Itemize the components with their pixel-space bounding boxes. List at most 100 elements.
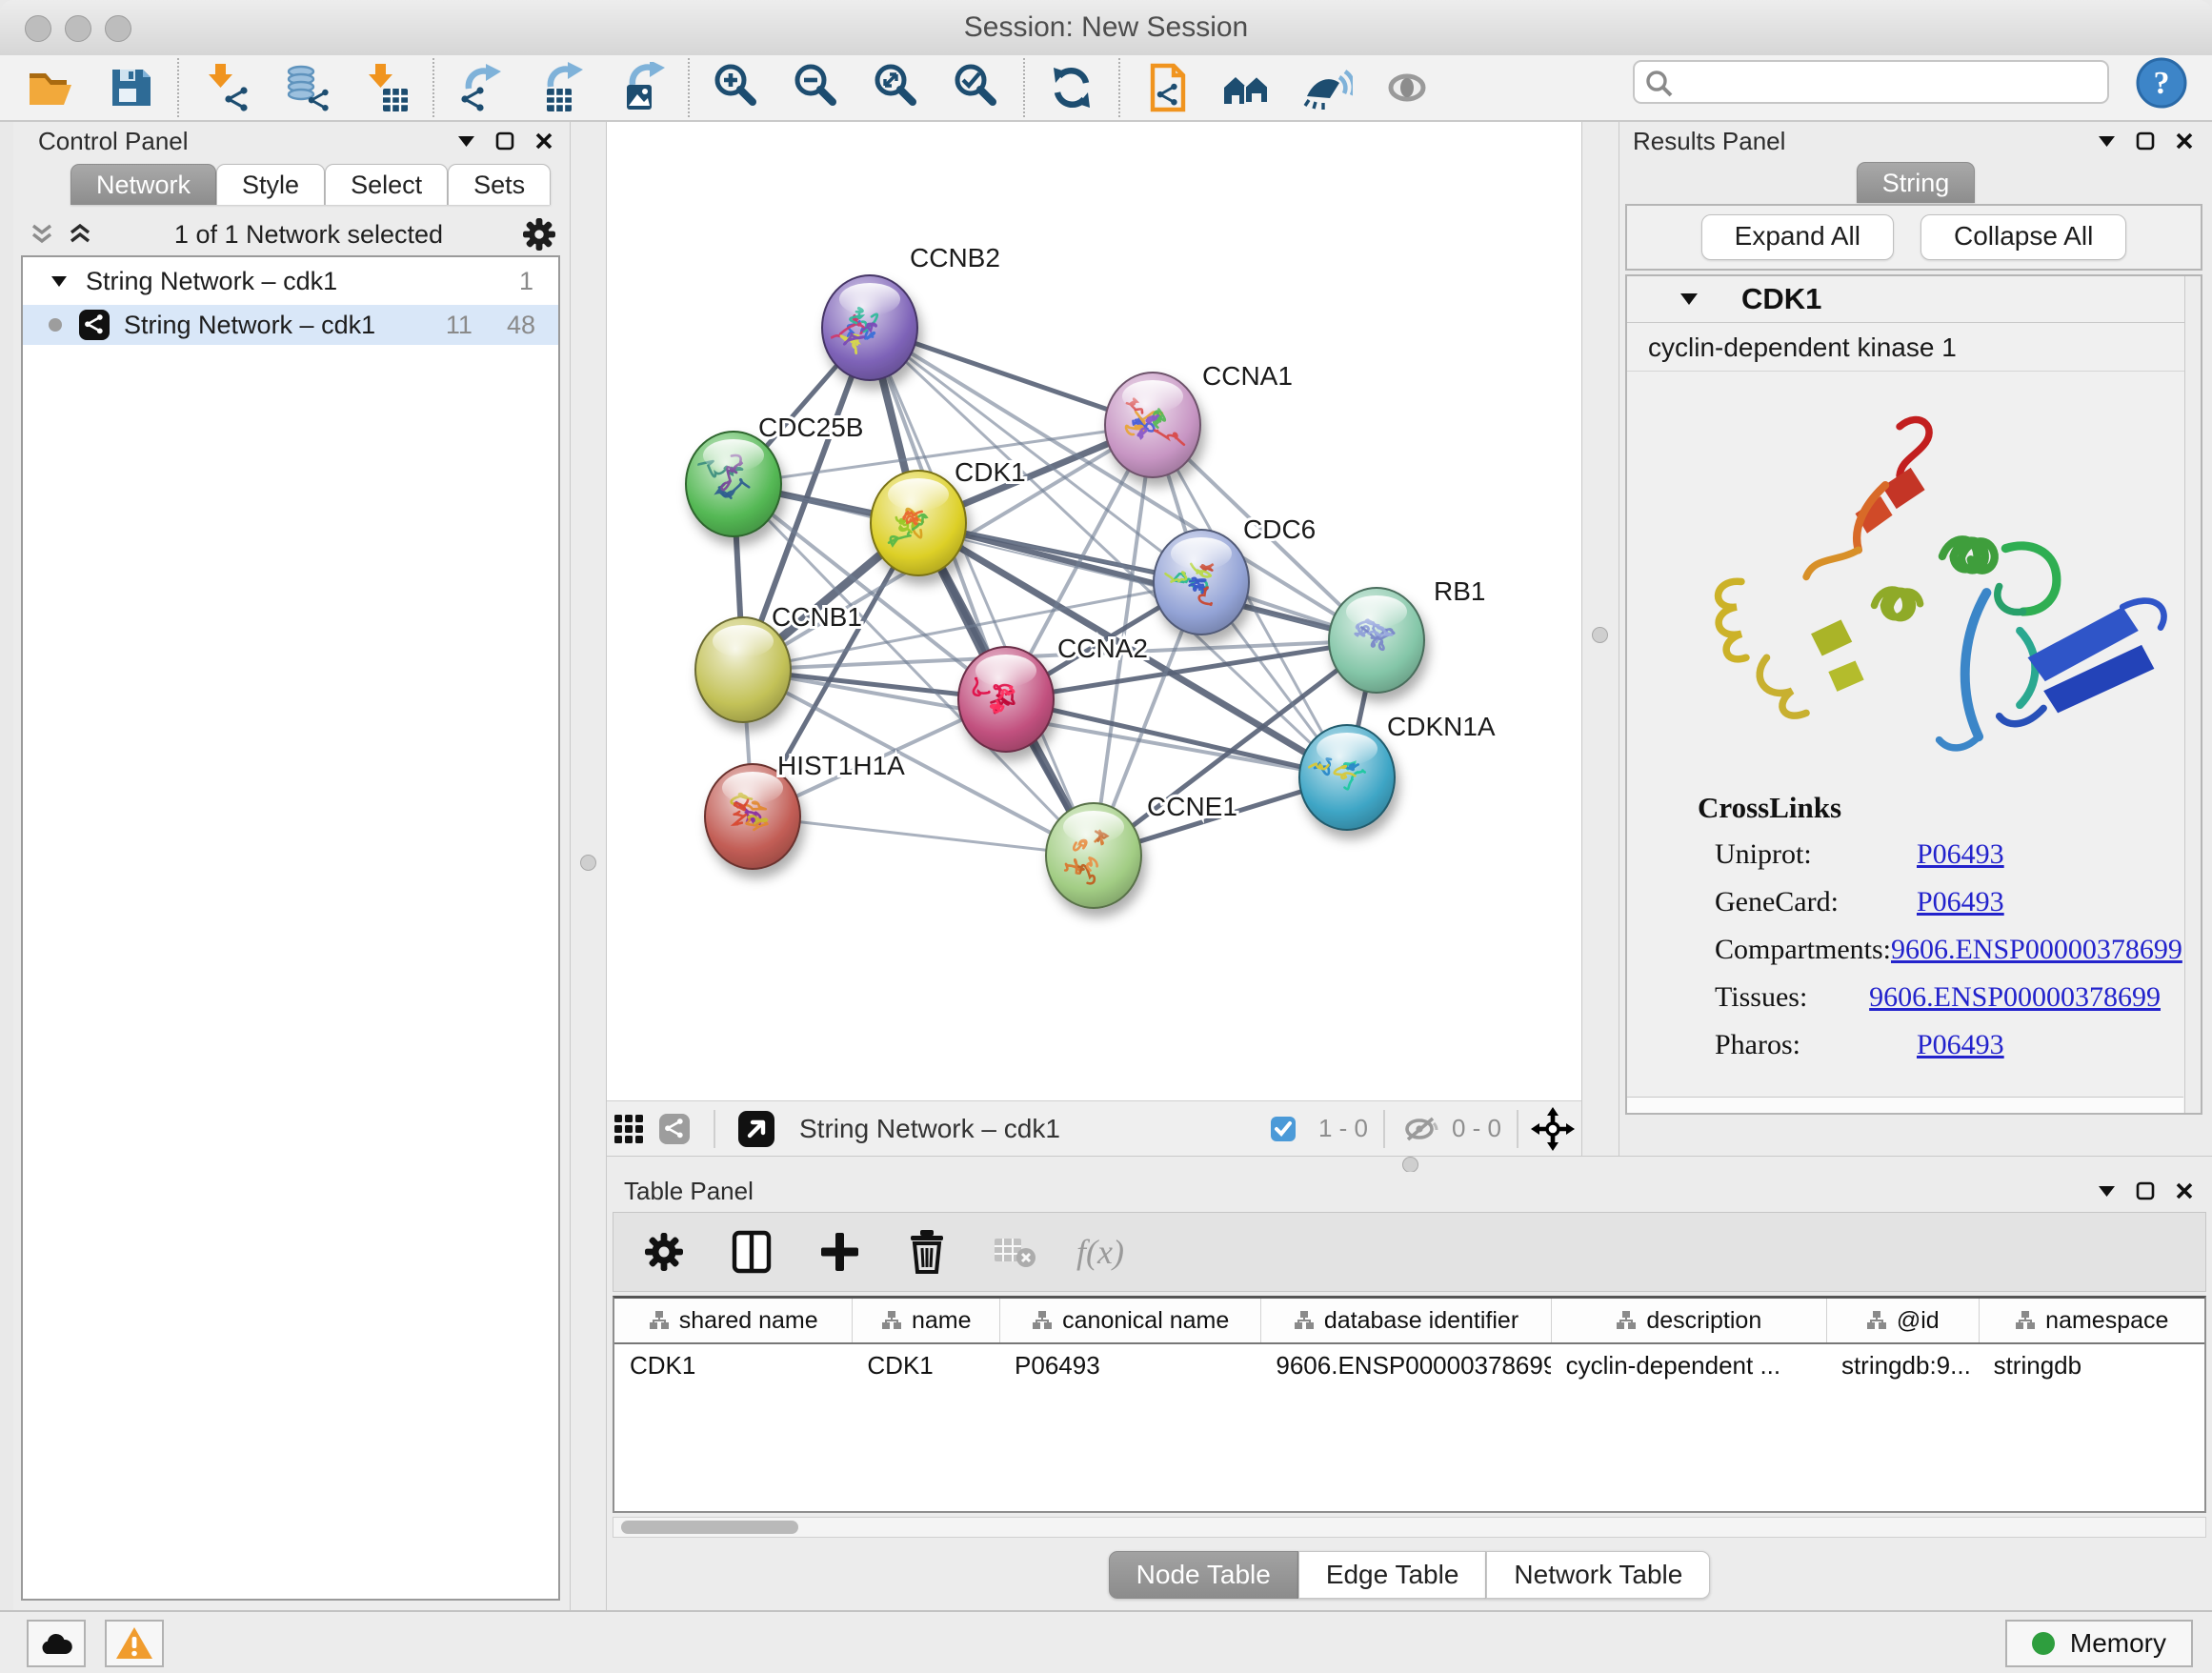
network-node-CDC6[interactable]: [1154, 530, 1249, 635]
collapse-all-tree-icon[interactable]: [61, 215, 99, 253]
left-divider-grip[interactable]: [580, 855, 596, 871]
refresh-layout-icon[interactable]: [1046, 62, 1097, 113]
panel-menu-icon[interactable]: [2099, 1186, 2115, 1197]
column-header-shared-name[interactable]: shared name: [614, 1299, 852, 1342]
crosslink-row: Pharos:P06493: [1715, 1029, 2161, 1061]
column-header-description[interactable]: description: [1551, 1299, 1826, 1342]
memory-button[interactable]: Memory: [2005, 1620, 2193, 1667]
export-table-icon[interactable]: [535, 62, 587, 113]
column-header--id[interactable]: @id: [1826, 1299, 1979, 1342]
network-canvas[interactable]: CCNB2CCNA1CDC25BCDK1CDC6RB1CCNB1CCNA2CDK…: [607, 122, 1581, 1100]
column-header-canonical-name[interactable]: canonical name: [999, 1299, 1260, 1342]
network-node-CDC25B[interactable]: [686, 432, 781, 536]
import-table-icon[interactable]: [360, 62, 412, 113]
warning-button[interactable]: [105, 1620, 164, 1667]
network-node-CCNE1[interactable]: [1046, 803, 1141, 908]
column-header-name[interactable]: name: [852, 1299, 999, 1342]
grid-view-icon[interactable]: [607, 1103, 651, 1155]
houses-icon[interactable]: [1221, 62, 1273, 113]
add-column-icon[interactable]: [814, 1226, 865, 1278]
crosslink-link[interactable]: 9606.ENSP00000378699: [1891, 934, 2182, 966]
network-node-CCNA2[interactable]: [958, 647, 1054, 752]
string-network-gray-badge-icon[interactable]: [651, 1103, 698, 1155]
cloud-button[interactable]: [27, 1620, 86, 1667]
tab-network-table[interactable]: Network Table: [1486, 1551, 1710, 1599]
export-network-icon[interactable]: [455, 62, 507, 113]
crosslink-link[interactable]: P06493: [1917, 838, 2004, 871]
results-horizontal-scrollbar[interactable]: [1627, 1097, 2183, 1113]
network-edge[interactable]: [753, 816, 1094, 856]
import-network-icon[interactable]: [200, 62, 251, 113]
right-divider-grip[interactable]: [1592, 627, 1608, 643]
panel-float-icon[interactable]: [2136, 1181, 2155, 1200]
entry-collapse-icon[interactable]: [1680, 293, 1698, 305]
network-tree-row[interactable]: String Network – cdk1 11 48: [23, 305, 558, 345]
tab-string[interactable]: String: [1857, 162, 1976, 203]
collapse-all-button[interactable]: Collapse All: [1920, 214, 2126, 260]
panel-close-icon[interactable]: [2176, 1182, 2193, 1199]
help-button[interactable]: ?: [2136, 57, 2187, 109]
network-node-CDK1[interactable]: [871, 471, 966, 575]
tab-select[interactable]: Select: [325, 164, 448, 205]
tab-style[interactable]: Style: [216, 164, 325, 205]
column-header-namespace[interactable]: namespace: [1979, 1299, 2204, 1342]
table-cell[interactable]: stringdb:9...: [1826, 1351, 1979, 1381]
tab-edge-table[interactable]: Edge Table: [1298, 1551, 1487, 1599]
network-node-CDKN1A[interactable]: [1299, 725, 1395, 830]
export-image-icon[interactable]: [615, 62, 667, 113]
tab-sets[interactable]: Sets: [448, 164, 551, 205]
panel-close-icon[interactable]: [535, 132, 553, 150]
table-options-gear-icon[interactable]: [638, 1226, 690, 1278]
zoom-out-icon[interactable]: [791, 62, 842, 113]
table-cell[interactable]: 9606.ENSP00000378699: [1260, 1351, 1550, 1381]
table-cell[interactable]: stringdb: [1979, 1351, 2204, 1381]
save-session-icon[interactable]: [105, 62, 156, 113]
open-file-icon[interactable]: [25, 62, 76, 113]
tab-network[interactable]: Network: [70, 164, 216, 205]
network-node-CCNB2[interactable]: [822, 275, 917, 380]
results-vertical-scrollbar[interactable]: [2184, 276, 2201, 1113]
tree-collapse-icon[interactable]: [51, 276, 67, 287]
pan-move-icon[interactable]: [1524, 1103, 1581, 1155]
panel-close-icon[interactable]: [2176, 132, 2193, 150]
search-input[interactable]: [1680, 64, 2103, 102]
table-row[interactable]: CDK1CDK1P064939606.ENSP00000378699cyclin…: [614, 1344, 2204, 1386]
zoom-fit-icon[interactable]: [871, 62, 922, 113]
tab-node-table[interactable]: Node Table: [1109, 1551, 1298, 1599]
panel-float-icon[interactable]: [2136, 131, 2155, 151]
table-cell[interactable]: P06493: [999, 1351, 1260, 1381]
panel-menu-icon[interactable]: [2099, 136, 2115, 147]
table-panel: Table Panel f(x): [607, 1172, 2212, 1610]
network-tree-root-row[interactable]: String Network – cdk1 1: [23, 257, 558, 299]
network-edge[interactable]: [734, 484, 1201, 582]
network-node-CCNA1[interactable]: [1105, 373, 1200, 477]
network-node-RB1[interactable]: [1329, 588, 1424, 693]
import-database-icon[interactable]: [280, 62, 332, 113]
open-in-window-icon[interactable]: [731, 1103, 782, 1155]
table-toolbar: f(x): [613, 1212, 2206, 1292]
table-cell[interactable]: CDK1: [614, 1351, 852, 1381]
crosslink-link[interactable]: 9606.ENSP00000378699: [1869, 981, 2161, 1014]
bottom-divider-grip[interactable]: [1402, 1157, 1418, 1173]
table-cell[interactable]: CDK1: [852, 1351, 999, 1381]
column-header-database-identifier[interactable]: database identifier: [1260, 1299, 1550, 1342]
zoom-in-icon[interactable]: [711, 62, 762, 113]
delete-column-icon[interactable]: [901, 1226, 953, 1278]
hidden-eye-icon[interactable]: [1400, 1103, 1442, 1155]
expand-all-button[interactable]: Expand All: [1701, 214, 1894, 260]
selected-checkbox-icon[interactable]: [1257, 1103, 1309, 1155]
panel-float-icon[interactable]: [495, 131, 514, 151]
show-hide-graphics-icon[interactable]: [1301, 62, 1353, 113]
crosslink-link[interactable]: P06493: [1917, 886, 2004, 918]
panel-menu-icon[interactable]: [458, 136, 474, 147]
network-file-icon[interactable]: [1141, 62, 1193, 113]
expand-all-tree-icon[interactable]: [23, 215, 61, 253]
network-node-CCNB1[interactable]: [695, 617, 791, 722]
eye-icon[interactable]: [1381, 62, 1433, 113]
network-options-gear-icon[interactable]: [518, 213, 560, 255]
show-columns-icon[interactable]: [726, 1226, 777, 1278]
table-cell[interactable]: cyclin-dependent ...: [1551, 1351, 1826, 1381]
table-horizontal-scrollbar[interactable]: [613, 1517, 2206, 1538]
crosslink-link[interactable]: P06493: [1917, 1029, 2004, 1061]
zoom-selected-icon[interactable]: [951, 62, 1002, 113]
